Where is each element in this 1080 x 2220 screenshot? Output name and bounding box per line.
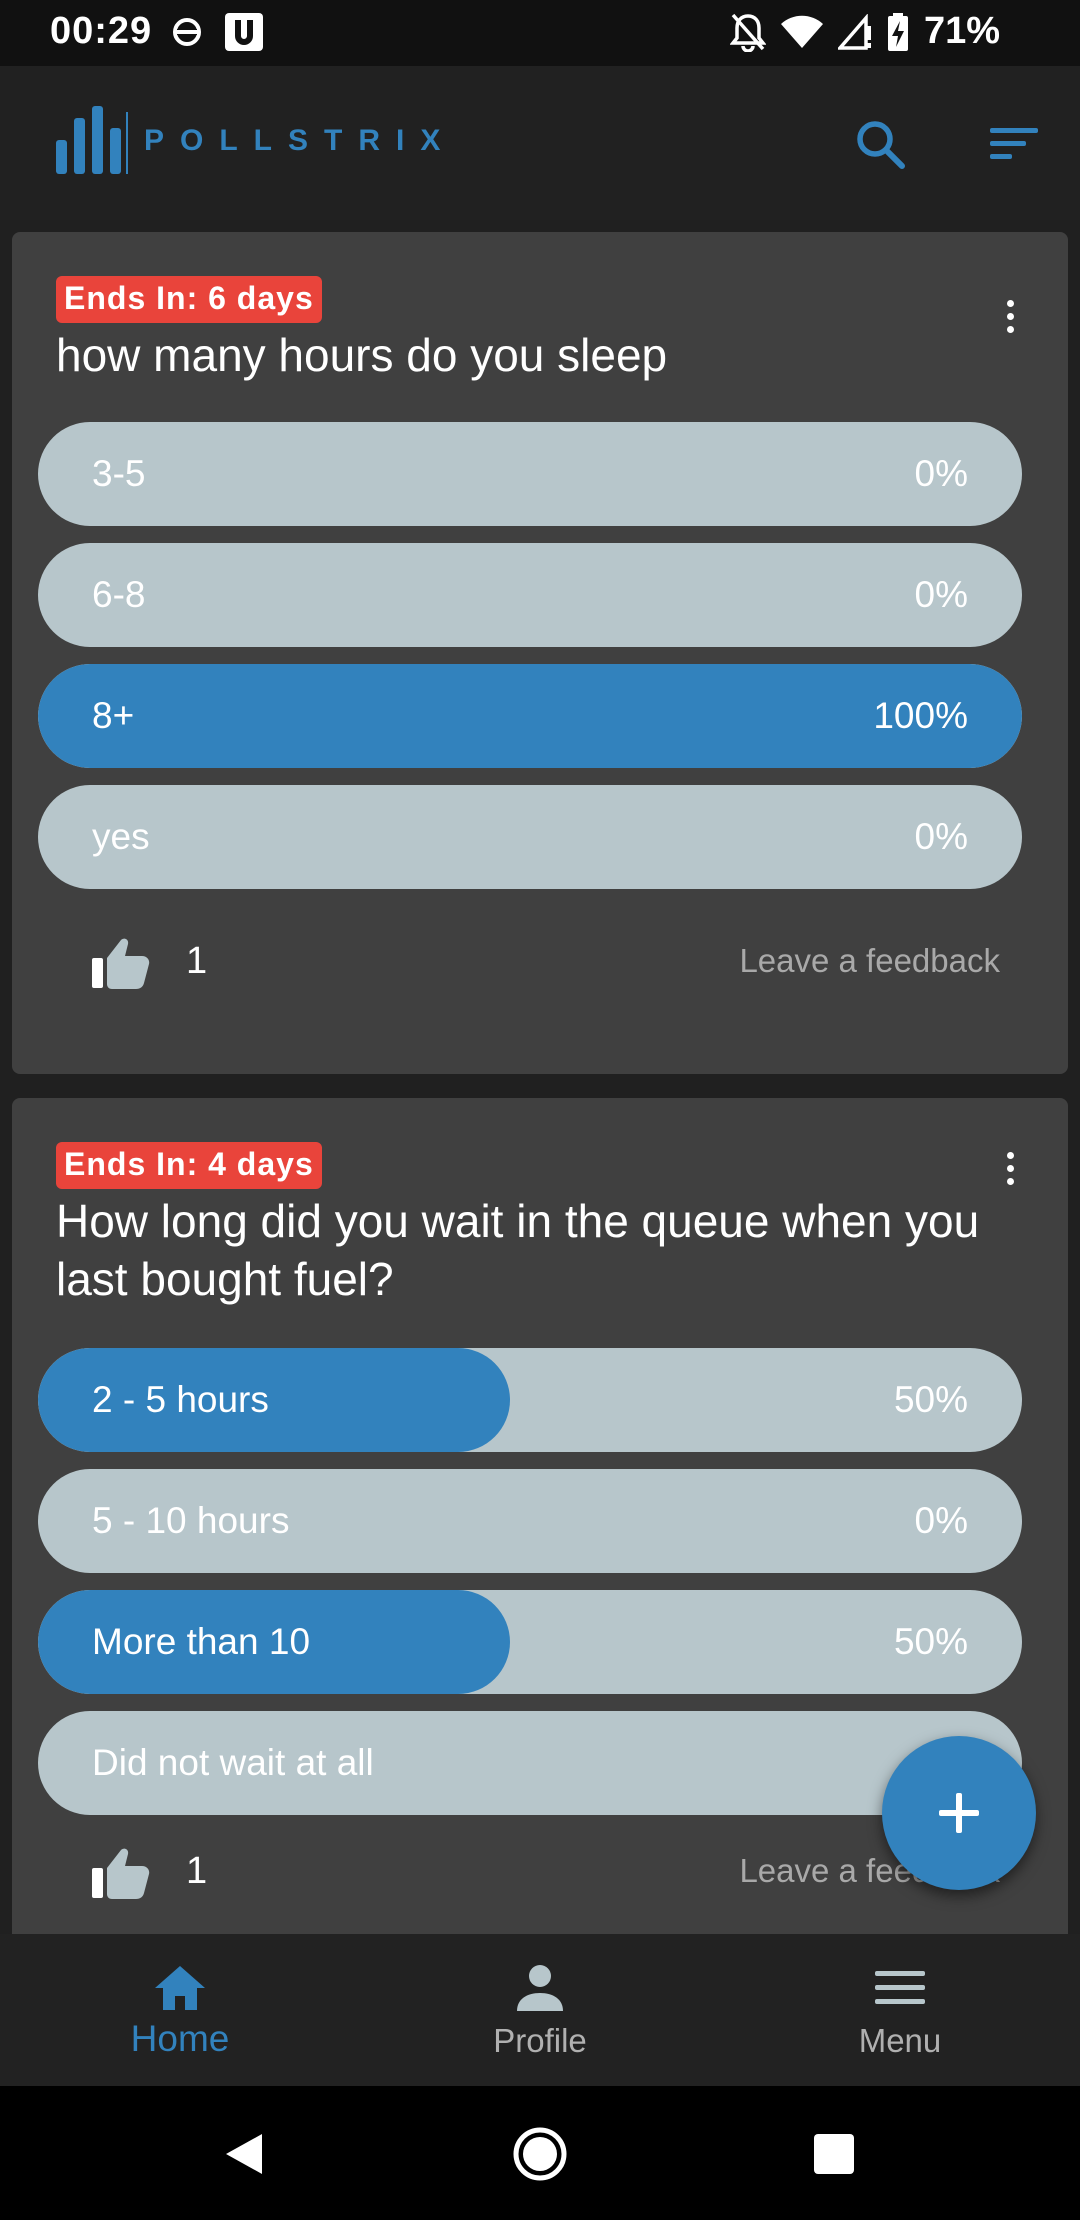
option-percent: 50% (893, 1621, 968, 1662)
poll-option[interactable]: yes 0% (38, 785, 1022, 889)
option-label: 3-5 (92, 453, 146, 494)
system-navigation-bar (0, 2086, 1080, 2220)
poll-option[interactable]: 6-8 0% (38, 543, 1022, 647)
battery-charging-icon (887, 12, 908, 51)
system-back-button[interactable] (212, 2122, 276, 2186)
nav-menu[interactable]: Menu (720, 1934, 1080, 2086)
poll-question: how many hours do you sleep (56, 329, 668, 381)
ends-in-badge: Ends In: 6 days (56, 276, 322, 323)
poll-feed[interactable]: Ends In: 6 days how many hours do you sl… (0, 220, 1080, 1934)
nav-home[interactable]: Home (0, 1934, 360, 2086)
poll-footer: 1 Leave a feedback (12, 932, 1068, 1002)
search-button[interactable] (848, 112, 912, 176)
ends-in-badge: Ends In: 4 days (56, 1142, 322, 1189)
system-recents-button[interactable] (802, 2122, 866, 2186)
screen: 00:29 71% POLLSTRIX Ends In: 6 days how … (0, 0, 1080, 2220)
bottom-navigation: Home Profile Menu (0, 1934, 1080, 2086)
like-count: 1 (186, 1850, 208, 1892)
option-label: 5 - 10 hours (92, 1500, 290, 1541)
more-options-button[interactable] (998, 1146, 1022, 1190)
leave-feedback-link[interactable]: Leave a feedback (739, 942, 1000, 980)
option-label: More than 10 (92, 1621, 311, 1662)
battery-percent: 71% (923, 10, 1000, 52)
option-percent: 0% (914, 816, 968, 857)
create-poll-button[interactable] (882, 1736, 1036, 1890)
option-percent: 0% (914, 453, 968, 494)
recents-square-icon (814, 2134, 854, 2174)
home-circle-icon (513, 2127, 567, 2181)
option-percent: 100% (873, 695, 968, 736)
poll-option[interactable]: More than 10 50% (38, 1590, 1022, 1694)
sort-icon (990, 128, 1038, 159)
nav-profile[interactable]: Profile (360, 1934, 720, 2086)
thumb-up-icon[interactable] (92, 936, 150, 990)
menu-icon (875, 1971, 925, 2004)
like-count: 1 (186, 940, 208, 982)
poll-question: How long did you wait in the queue when … (56, 1195, 980, 1305)
nav-label: Home (130, 2018, 230, 2059)
poll-option[interactable]: 8+ 100% (38, 664, 1022, 768)
signal-icon (837, 13, 871, 50)
poll-card: Ends In: 6 days how many hours do you sl… (12, 232, 1068, 1074)
back-triangle-icon (226, 2134, 262, 2174)
system-home-button[interactable] (508, 2122, 572, 2186)
plus-icon (939, 1793, 979, 1833)
status-bar: 00:29 71% (0, 0, 1080, 66)
person-icon (517, 1965, 563, 2011)
poll-option[interactable]: Did not wait at all (38, 1711, 1022, 1815)
option-percent: 0% (914, 574, 968, 615)
status-time: 00:29 (50, 10, 153, 52)
option-percent: 0% (914, 1500, 968, 1541)
option-label: 2 - 5 hours (92, 1379, 269, 1420)
search-icon (857, 121, 905, 169)
bar-chart-logo-icon (56, 106, 128, 174)
option-label: Did not wait at all (92, 1742, 374, 1783)
app-logo: POLLSTRIX (54, 106, 456, 176)
poll-option[interactable]: 2 - 5 hours 50% (38, 1348, 1022, 1452)
app-name: POLLSTRIX (144, 124, 457, 157)
option-label: 6-8 (92, 574, 146, 615)
more-vert-icon (1006, 1151, 1014, 1159)
status-notification-icons (172, 12, 264, 52)
thumb-up-icon[interactable] (92, 1846, 150, 1900)
nav-label: Profile (493, 2022, 587, 2059)
option-label: 8+ (92, 695, 135, 736)
notifications-off-icon (729, 13, 766, 52)
poll-option[interactable]: 3-5 0% (38, 422, 1022, 526)
sort-button[interactable] (982, 112, 1046, 176)
option-label: yes (92, 816, 150, 857)
u-app-icon (225, 13, 263, 51)
nav-label: Menu (858, 2022, 942, 2059)
app-bar: POLLSTRIX (0, 66, 1080, 220)
more-vert-icon (1006, 299, 1014, 307)
home-icon (155, 1966, 205, 2010)
notification-app-icon (173, 18, 201, 46)
status-system-icons: 71% (729, 10, 1000, 53)
wifi-icon (780, 15, 823, 48)
option-percent: 50% (893, 1379, 968, 1420)
poll-option[interactable]: 5 - 10 hours 0% (38, 1469, 1022, 1573)
